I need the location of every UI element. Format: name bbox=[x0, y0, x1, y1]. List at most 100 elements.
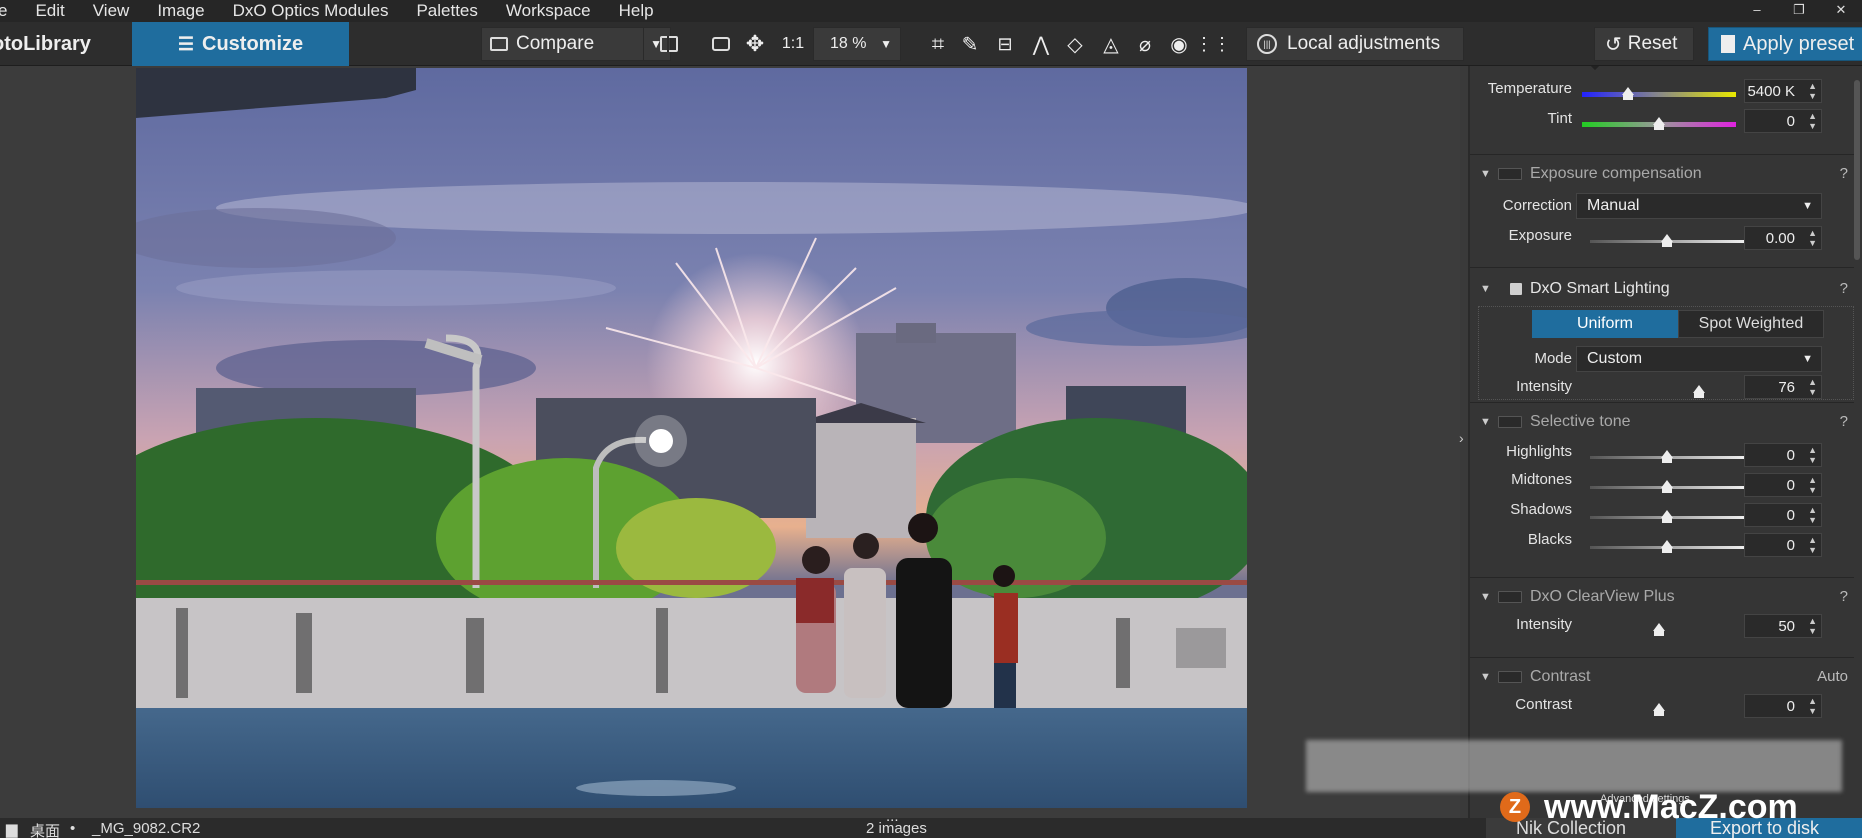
fit-screen-button[interactable] bbox=[708, 22, 734, 66]
restore-button[interactable]: ❐ bbox=[1778, 0, 1820, 22]
menu-view[interactable]: View bbox=[93, 1, 130, 21]
clearview-spinner-icon[interactable]: ▲ ▼ bbox=[1808, 616, 1817, 636]
apply-preset-button[interactable]: Apply preset bbox=[1708, 27, 1862, 61]
compare-button[interactable]: Compare ▼ bbox=[481, 27, 671, 61]
clearview-header[interactable]: ▼ DxO ClearView Plus bbox=[1480, 586, 1675, 608]
photo-preview[interactable] bbox=[136, 68, 1247, 808]
folder-name[interactable]: 桌面 bbox=[30, 820, 60, 838]
minimize-button[interactable]: – bbox=[1736, 0, 1778, 22]
clearview-intensity-slider[interactable] bbox=[1582, 620, 1736, 636]
shadows-slider[interactable] bbox=[1590, 510, 1744, 523]
zoom-select[interactable]: 18 % ▼ bbox=[813, 27, 901, 61]
panel-collapse-arrow[interactable]: › bbox=[1459, 430, 1464, 446]
spot-weighted-mode-button[interactable]: Spot Weighted bbox=[1678, 310, 1824, 338]
temperature-thumb-body bbox=[1623, 94, 1634, 100]
shadows-value[interactable]: 0 ▲ ▼ bbox=[1744, 503, 1822, 527]
exposure-value[interactable]: 0.00 ▲ ▼ bbox=[1744, 226, 1822, 250]
blacks-spinner-icon[interactable]: ▲ ▼ bbox=[1808, 535, 1817, 555]
local-adjustments-button[interactable]: ||| Local adjustments bbox=[1246, 27, 1464, 61]
exposure-help-icon[interactable]: ? bbox=[1840, 165, 1848, 182]
highlights-value[interactable]: 0 ▲ ▼ bbox=[1744, 443, 1822, 467]
expand-triangle-icon[interactable]: ▼ bbox=[1480, 671, 1498, 683]
smart-lighting-intensity-slider[interactable] bbox=[1582, 382, 1736, 398]
smart-lighting-intensity-value[interactable]: 76 ▲ ▼ bbox=[1744, 375, 1822, 399]
rectangle-perspective-button[interactable]: ◇ bbox=[1060, 22, 1090, 66]
expand-triangle-icon[interactable]: ▼ bbox=[1480, 283, 1498, 295]
repair-tool-button[interactable]: ⌀ bbox=[1130, 22, 1160, 66]
correction-select[interactable]: Manual ▼ bbox=[1576, 193, 1822, 219]
tab-photolibrary[interactable]: otoLibrary bbox=[0, 22, 91, 66]
midtones-value[interactable]: 0 ▲ ▼ bbox=[1744, 473, 1822, 497]
menu-image[interactable]: Image bbox=[157, 1, 204, 21]
menu-palettes[interactable]: Palettes bbox=[416, 1, 477, 21]
smart-lighting-help-icon[interactable]: ? bbox=[1840, 280, 1848, 297]
clearview-enable-toggle[interactable] bbox=[1498, 591, 1522, 603]
expand-triangle-icon[interactable]: ▼ bbox=[1480, 168, 1498, 180]
selective-tone-section: ▼ Selective tone ? Highlights 0 ▲ ▼ Midton… bbox=[1470, 402, 1854, 577]
clearview-intensity-value[interactable]: 50 ▲ ▼ bbox=[1744, 614, 1822, 638]
temperature-value[interactable]: 5400 K ▲ ▼ bbox=[1744, 79, 1822, 103]
expand-triangle-icon[interactable]: ▼ bbox=[1480, 591, 1498, 603]
midtones-thumb-body bbox=[1662, 487, 1672, 493]
grid-overlay-button[interactable]: ⋮⋮ bbox=[1195, 22, 1231, 66]
move-tool-button[interactable]: ✥ bbox=[742, 22, 768, 66]
reset-button[interactable]: ↺ Reset bbox=[1594, 27, 1694, 61]
selective-tone-help-icon[interactable]: ? bbox=[1840, 413, 1848, 430]
contrast-spinner-icon[interactable]: ▲ ▼ bbox=[1808, 696, 1817, 716]
selective-tone-enable-toggle[interactable] bbox=[1498, 416, 1522, 428]
horizon-tool-button[interactable]: ⊟ bbox=[990, 22, 1020, 66]
menu-workspace[interactable]: Workspace bbox=[506, 1, 591, 21]
contrast-auto-button[interactable]: Auto bbox=[1817, 668, 1848, 685]
midtones-spinner-icon[interactable]: ▲ ▼ bbox=[1808, 475, 1817, 495]
selective-tone-header[interactable]: ▼ Selective tone bbox=[1480, 411, 1631, 433]
contrast-slider[interactable] bbox=[1582, 700, 1736, 716]
smart-lighting-header[interactable]: ▼ DxO Smart Lighting bbox=[1480, 278, 1670, 300]
exposure-enable-toggle[interactable] bbox=[1498, 168, 1522, 180]
image-viewer[interactable] bbox=[0, 66, 1460, 818]
shadows-spinner-icon[interactable]: ▲ ▼ bbox=[1808, 505, 1817, 525]
menu-file[interactable]: e bbox=[0, 1, 7, 21]
eight-point-perspective-button[interactable]: ◬ bbox=[1096, 22, 1126, 66]
menu-dxo-optics-modules[interactable]: DxO Optics Modules bbox=[233, 1, 389, 21]
exposure-compensation-header[interactable]: ▼ Exposure compensation bbox=[1480, 163, 1702, 185]
temperature-spinner-icon[interactable]: ▲ ▼ bbox=[1808, 81, 1817, 101]
crop-tool-button[interactable]: ⌗ bbox=[924, 22, 952, 66]
blacks-value[interactable]: 0 ▲ ▼ bbox=[1744, 533, 1822, 557]
smart-lighting-spinner-icon[interactable]: ▲ ▼ bbox=[1808, 377, 1817, 397]
tint-slider[interactable] bbox=[1582, 117, 1736, 130]
contrast-header[interactable]: ▼ Contrast bbox=[1480, 666, 1590, 688]
exposure-spinner-icon[interactable]: ▲ ▼ bbox=[1808, 228, 1817, 248]
one-to-one-button[interactable]: 1:1 bbox=[778, 22, 808, 66]
uniform-label: Uniform bbox=[1576, 315, 1633, 332]
tint-value[interactable]: 0 ▲ ▼ bbox=[1744, 109, 1822, 133]
mode-select[interactable]: Custom ▼ bbox=[1576, 346, 1822, 372]
rectangle-perspective-icon: ◇ bbox=[1067, 33, 1083, 56]
contrast-value[interactable]: 0 ▲ ▼ bbox=[1744, 694, 1822, 718]
clearview-help-icon[interactable]: ? bbox=[1840, 588, 1848, 605]
red-eye-tool-button[interactable]: ◉ bbox=[1164, 22, 1194, 66]
expand-triangle-icon[interactable]: ▼ bbox=[1480, 416, 1498, 428]
smart-lighting-enable-toggle[interactable] bbox=[1510, 283, 1522, 295]
smart-lighting-intensity-text: 76 bbox=[1778, 378, 1795, 396]
highlights-spinner-icon[interactable]: ▲ ▼ bbox=[1808, 445, 1817, 465]
contrast-enable-toggle[interactable] bbox=[1498, 671, 1522, 683]
tab-customize[interactable]: ☰ Customize bbox=[132, 22, 349, 66]
smart-lighting-intensity-thumb-body bbox=[1694, 392, 1705, 398]
white-balance-picker-button[interactable]: ✎ bbox=[956, 22, 984, 66]
perspective-tool-button[interactable]: ⋀ bbox=[1026, 22, 1056, 66]
fireworks-photo bbox=[136, 68, 1247, 808]
uniform-mode-button[interactable]: Uniform bbox=[1532, 310, 1678, 338]
menu-help[interactable]: Help bbox=[619, 1, 654, 21]
midtones-slider[interactable] bbox=[1590, 480, 1744, 493]
temperature-slider[interactable] bbox=[1582, 87, 1736, 100]
filmstrip-grip[interactable]: ... bbox=[886, 808, 899, 825]
exposure-slider[interactable] bbox=[1590, 234, 1744, 247]
highlights-slider[interactable] bbox=[1590, 450, 1744, 463]
close-button[interactable]: ✕ bbox=[1820, 0, 1862, 22]
palette-scrollbar[interactable] bbox=[1854, 80, 1860, 260]
blacks-slider[interactable] bbox=[1590, 540, 1744, 553]
split-view-button[interactable] bbox=[654, 22, 684, 66]
correction-dropdown-icon: ▼ bbox=[1802, 200, 1813, 212]
menu-edit[interactable]: Edit bbox=[35, 1, 64, 21]
tint-spinner-icon[interactable]: ▲ ▼ bbox=[1808, 111, 1817, 131]
